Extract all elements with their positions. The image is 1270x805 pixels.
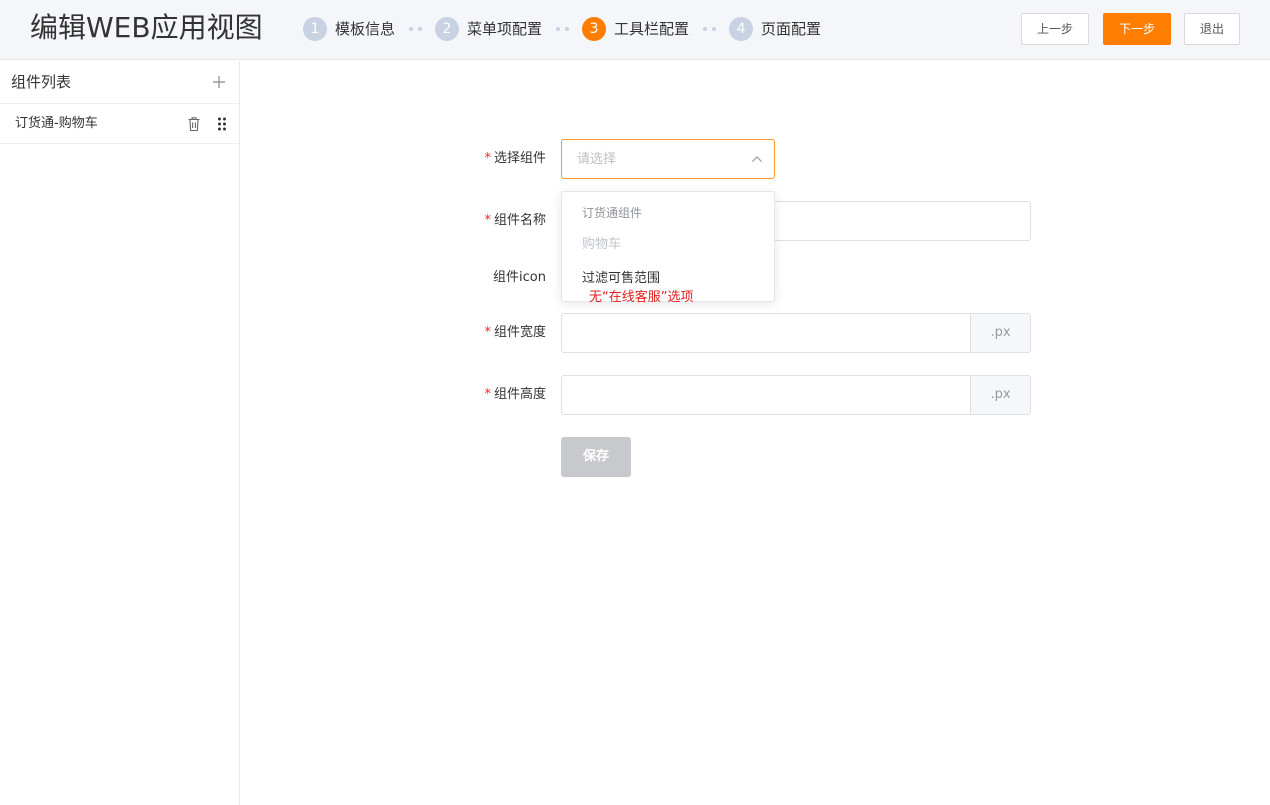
unit-suffix: .px [970,376,1030,414]
step-number: 3 [582,17,607,41]
component-name-label: * 组件名称 [484,213,546,228]
component-height-input[interactable]: .px [561,375,1031,415]
chevron-up-icon [752,156,762,162]
step-4: 4 页面配置 [729,17,821,41]
sidebar-header: 组件列表 [0,61,239,104]
step-label: 模板信息 [335,20,396,38]
sidebar-title: 组件列表 [11,73,72,91]
top-header: 编辑WEB应用视图 1 模板信息 2 菜单项配置 3 工具栏配置 4 页面配置 … [0,0,1270,60]
sidebar-item-cart[interactable]: 订货通-购物车 [0,104,239,144]
step-separator [542,27,582,31]
component-width-label: * 组件宽度 [484,325,546,340]
save-button[interactable]: 保存 [561,437,631,477]
step-number: 4 [729,17,754,41]
trash-icon[interactable] [187,116,201,132]
step-number: 1 [303,17,327,41]
step-indicator: 1 模板信息 2 菜单项配置 3 工具栏配置 4 页面配置 [303,17,821,41]
component-select-dropdown: 订货通组件 购物车 过滤可售范围 [561,191,775,302]
select-placeholder: 请选择 [577,152,617,167]
step-label: 菜单项配置 [467,20,543,38]
step-2: 2 菜单项配置 [435,17,542,41]
component-icon-label: 组件icon [493,270,546,285]
step-separator [395,27,435,31]
step-separator [689,27,729,31]
step-label: 工具栏配置 [614,20,690,38]
annotation-note: 无“在线客服”选项 [589,290,694,305]
required-mark: * [484,387,491,402]
component-select-label: * 选择组件 [484,151,546,166]
prev-step-button[interactable]: 上一步 [1021,13,1089,45]
component-width-input[interactable]: .px [561,313,1031,353]
drag-handle-icon[interactable] [217,116,227,132]
page-title: 编辑WEB应用视图 [30,11,263,44]
step-label: 页面配置 [761,20,822,38]
sidebar-item-label: 订货通-购物车 [15,116,98,131]
step-number: 2 [435,17,460,41]
component-list-sidebar: 组件列表 订货通-购物车 [0,61,240,805]
step-1: 1 模板信息 [303,17,395,41]
required-mark: * [484,151,491,166]
step-3: 3 工具栏配置 [582,17,689,41]
component-select[interactable]: 请选择 [561,139,775,179]
component-height-label: * 组件高度 [484,387,546,402]
unit-suffix: .px [970,314,1030,352]
next-step-button[interactable]: 下一步 [1103,13,1171,45]
dropdown-option-filter-range[interactable]: 过滤可售范围 [582,270,660,288]
exit-button[interactable]: 退出 [1184,13,1240,45]
dropdown-option-cart: 购物车 [582,237,622,252]
required-mark: * [484,213,491,228]
add-icon[interactable] [210,73,228,91]
dropdown-group-label: 订货通组件 [582,206,643,220]
required-mark: * [484,325,491,340]
